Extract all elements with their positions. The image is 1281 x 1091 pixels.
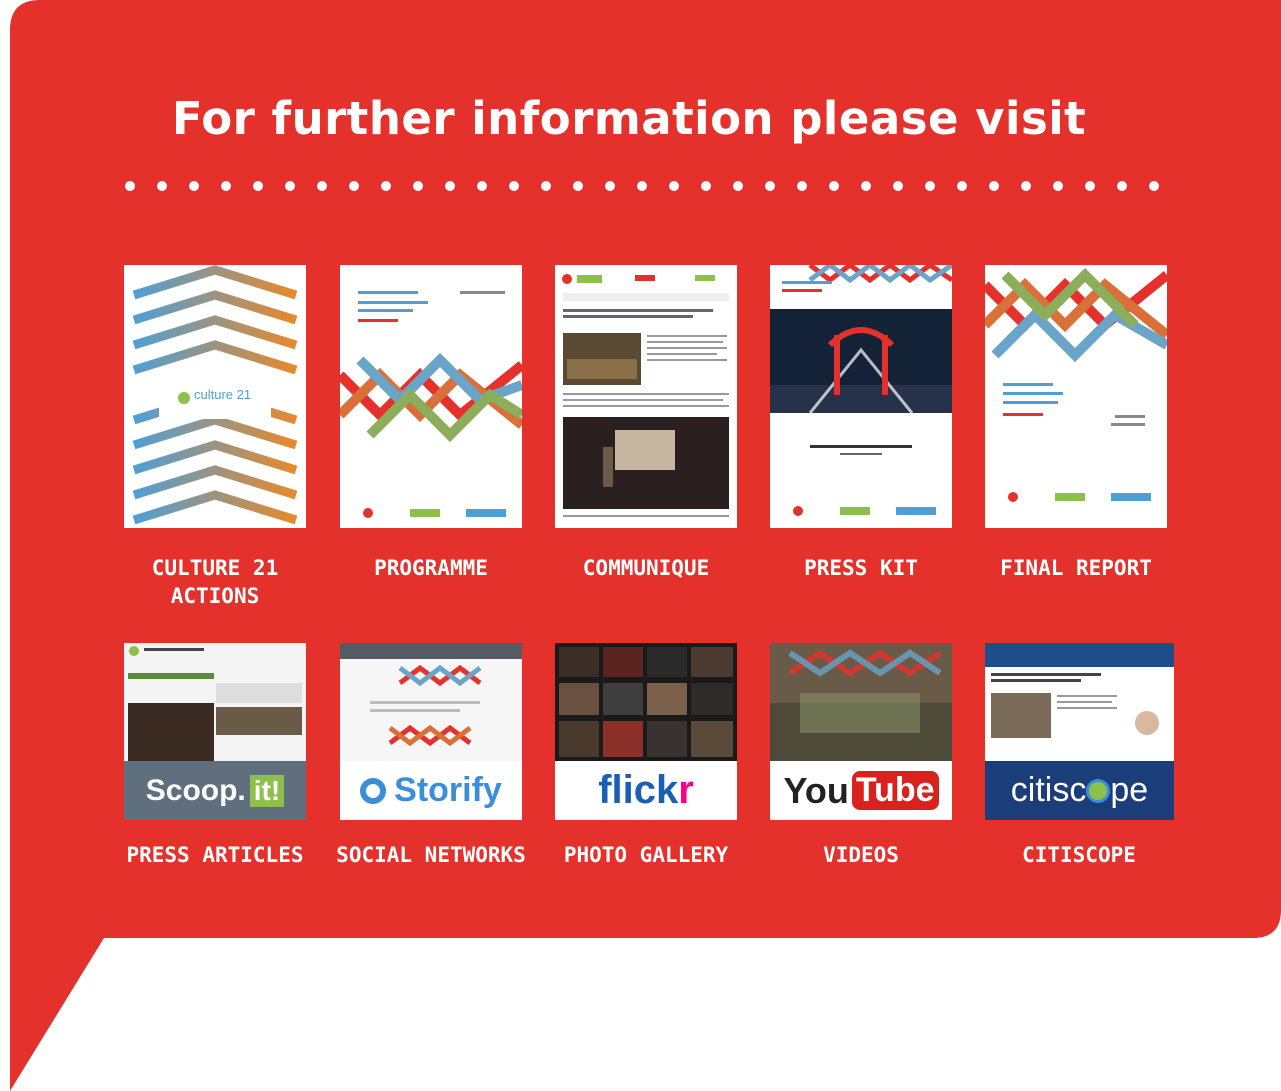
youtube-logo: You Tube: [770, 761, 952, 820]
press-kit-thumbnail[interactable]: [770, 265, 952, 528]
social-networks-link[interactable]: Storify: [340, 643, 522, 820]
citiscope-logo: citisc pe: [985, 761, 1174, 820]
culture21-actions-label: CULTURE 21 ACTIONS: [100, 554, 330, 610]
final-report-cover: [985, 265, 1167, 528]
dotted-divider: [125, 181, 1159, 191]
communique-label: COMMUNIQUE: [582, 556, 710, 580]
press-articles-label: PRESS ARTICLES: [126, 843, 304, 867]
final-report-label: FINAL REPORT: [1000, 556, 1152, 580]
programme-cover: [340, 265, 522, 528]
videos-label: VIDEOS: [823, 843, 899, 867]
communique-thumbnail[interactable]: [555, 265, 737, 528]
scoopit-logo-text: Scoop.: [145, 773, 246, 807]
culture21-actions-thumbnail[interactable]: culture 21: [124, 265, 306, 528]
youtube-video-still: [770, 643, 952, 761]
page-title: For further information please visit: [171, 92, 1087, 145]
globe-icon: [1086, 778, 1111, 803]
citiscope-label: CITISCOPE: [1022, 843, 1136, 867]
citiscope-page-screenshot: [985, 643, 1174, 761]
flickr-photo-grid: [555, 643, 737, 761]
scoopit-logo-badge: it!: [249, 774, 285, 807]
photo-gallery-label: PHOTO GALLERY: [563, 843, 729, 867]
youtube-logo-badge: Tube: [851, 771, 939, 810]
programme-thumbnail[interactable]: [340, 265, 522, 528]
scoopit-page-screenshot: [124, 643, 306, 761]
scoopit-logo: Scoop. it!: [124, 761, 306, 820]
programme-label: PROGRAMME: [374, 556, 488, 580]
label-line: CULTURE 21: [151, 556, 279, 580]
storify-logo: Storify: [340, 761, 522, 820]
photo-gallery-link[interactable]: flick r: [555, 643, 737, 820]
label-line: ACTIONS: [170, 584, 260, 608]
culture21-logo-text: culture 21: [194, 387, 252, 402]
videos-link[interactable]: You Tube: [770, 643, 952, 820]
social-networks-label: SOCIAL NETWORKS: [336, 843, 526, 867]
storify-page-screenshot: [340, 643, 522, 761]
citiscope-link[interactable]: citisc pe: [985, 643, 1174, 820]
citiscope-logo-text: citisc: [1010, 771, 1087, 809]
storify-icon: [360, 777, 387, 804]
youtube-logo-text: You: [783, 769, 849, 811]
speech-bubble-background: [10, 0, 1281, 1091]
storify-logo-text: Storify: [394, 771, 502, 809]
press-kit-cover: [770, 265, 952, 528]
final-report-thumbnail[interactable]: [985, 265, 1167, 528]
press-kit-label: PRESS KIT: [804, 556, 918, 580]
flickr-logo-text: flick: [598, 768, 679, 812]
communique-page: [555, 265, 737, 528]
flickr-logo-accent: r: [678, 768, 694, 812]
press-articles-link[interactable]: Scoop. it!: [124, 643, 306, 820]
citiscope-logo-text-end: pe: [1110, 771, 1149, 809]
flickr-logo: flick r: [555, 761, 737, 820]
